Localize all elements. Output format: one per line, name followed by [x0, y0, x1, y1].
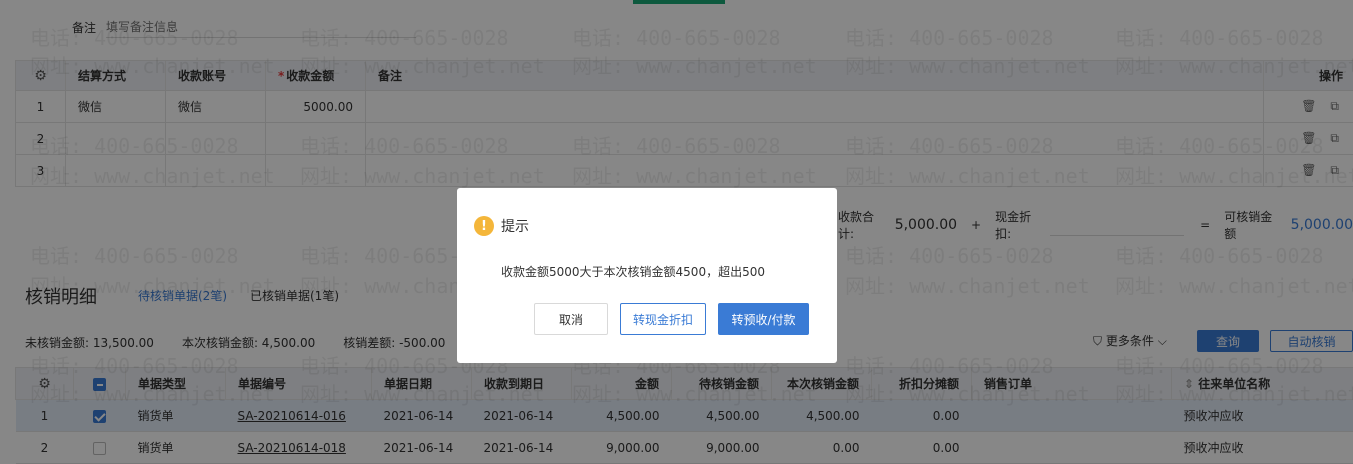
dialog-header: ! 提示	[474, 216, 529, 236]
to-prepay-button[interactable]: 转预收/付款	[718, 303, 809, 335]
warning-icon: !	[474, 216, 494, 236]
dialog-title: 提示	[501, 219, 529, 235]
cancel-button[interactable]: 取消	[534, 303, 608, 335]
confirm-dialog: ! 提示 收款金额5000大于本次核销金额4500，超出500 取消 转现金折扣…	[457, 188, 837, 363]
to-cash-discount-button[interactable]: 转现金折扣	[620, 303, 706, 335]
dialog-message: 收款金额5000大于本次核销金额4500，超出500	[501, 265, 765, 279]
